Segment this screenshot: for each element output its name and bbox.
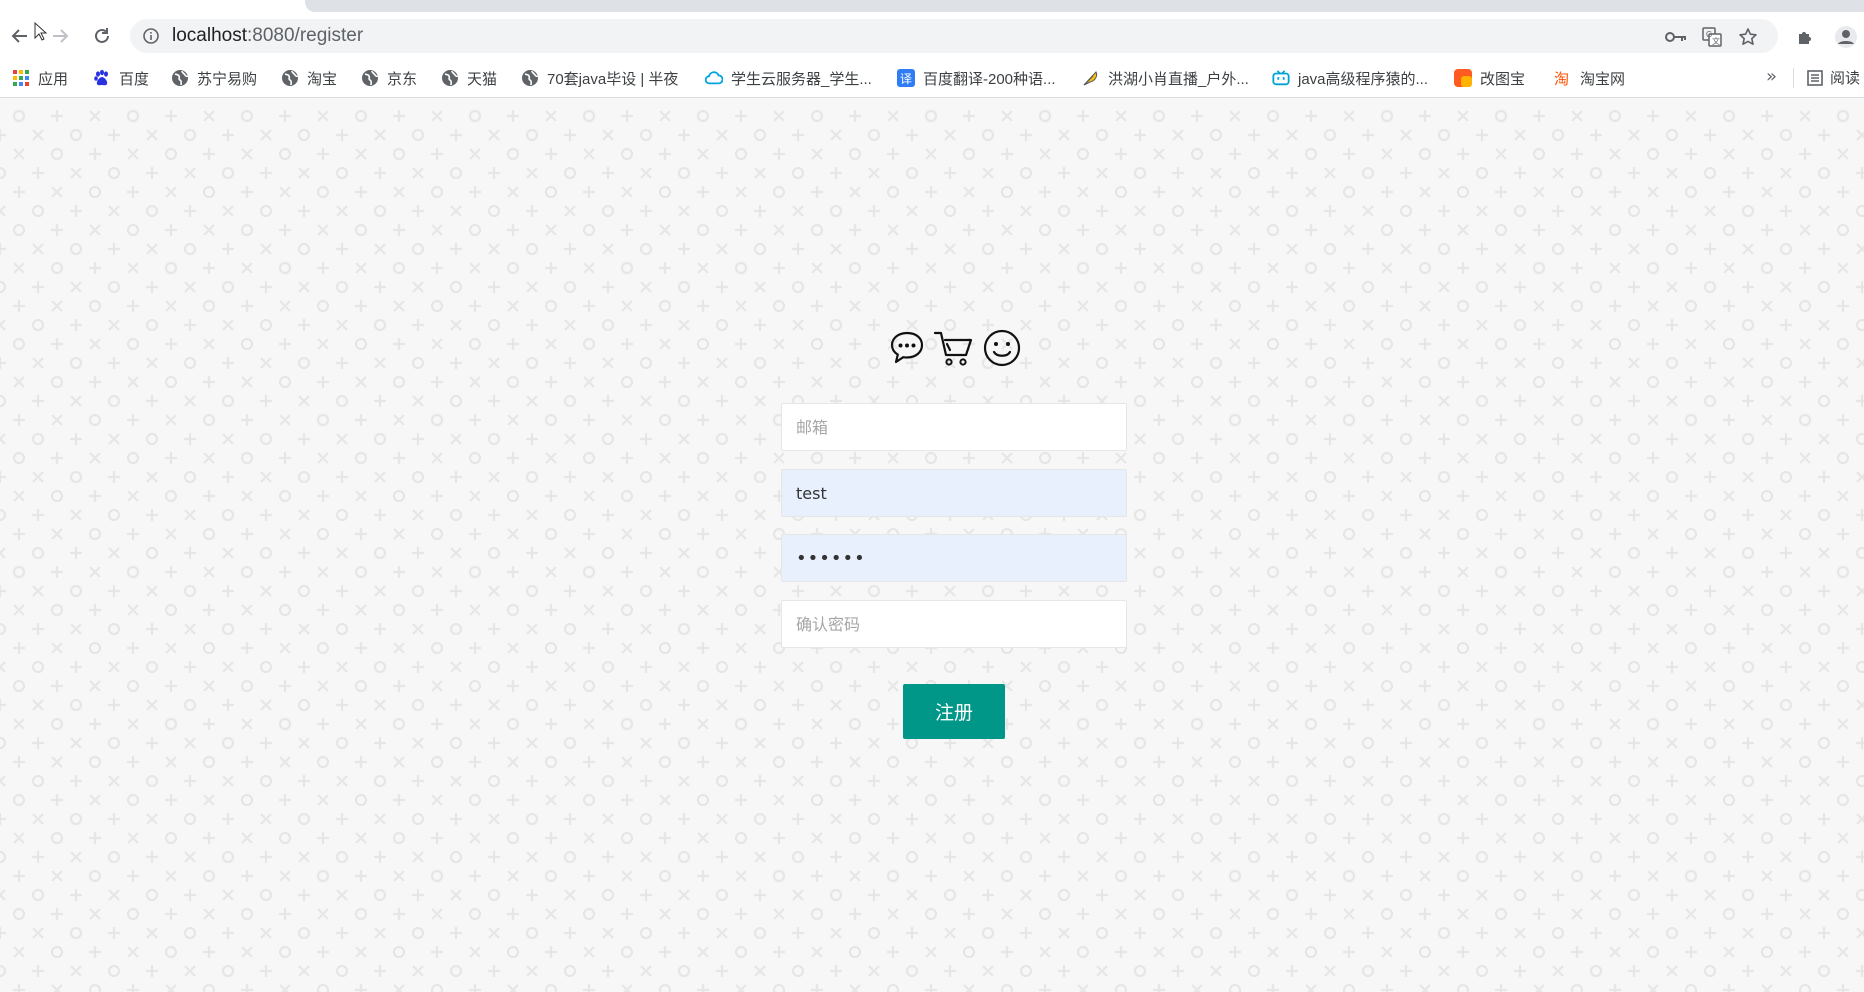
profile-avatar-icon[interactable]	[1834, 25, 1858, 49]
tab-strip-bar	[305, 0, 1864, 12]
bookmark-item[interactable]: 译百度翻译-200种语...	[897, 67, 1056, 89]
bookmark-item[interactable]: 百度	[93, 67, 149, 89]
bookmark-item[interactable]: 淘宝	[281, 67, 337, 89]
bookmarks-more-button[interactable]: »	[1766, 66, 1777, 87]
taobao-icon: 淘	[1554, 69, 1572, 87]
smiley-face-icon	[983, 329, 1021, 367]
bookmark-star-icon[interactable]	[1736, 27, 1760, 47]
arrow-left-icon	[11, 29, 27, 43]
reading-list-label: 阅读	[1830, 70, 1861, 87]
feather-icon	[1082, 69, 1100, 87]
bookmark-item[interactable]: 京东	[361, 67, 417, 89]
svg-text:淘: 淘	[1554, 70, 1569, 87]
browser-toolbar: localhost:8080/register G文	[0, 14, 1864, 58]
globe-icon	[171, 69, 189, 87]
apps-grid-icon	[12, 69, 30, 87]
address-bar[interactable]: localhost:8080/register G文	[130, 19, 1778, 53]
translate-page-icon[interactable]: G文	[1700, 27, 1724, 47]
bookmark-label: 百度翻译-200种语...	[923, 70, 1056, 88]
globe-icon	[521, 69, 539, 87]
bookmark-item[interactable]: 天猫	[441, 67, 497, 89]
reading-list-icon	[1807, 69, 1823, 86]
extensions-puzzle-icon[interactable]	[1794, 25, 1818, 49]
bookmark-label: 淘宝	[307, 70, 338, 88]
bookmark-item[interactable]: 70套java毕设 | 半夜	[521, 67, 678, 89]
reload-button[interactable]	[88, 22, 116, 50]
gaitubao-icon	[1454, 69, 1472, 87]
url-host: localhost	[172, 25, 247, 46]
cloud-icon	[705, 69, 723, 87]
baidu-paw-icon	[93, 69, 111, 87]
logo-icons	[888, 326, 1022, 370]
globe-icon	[441, 69, 459, 87]
register-button[interactable]: 注册	[903, 684, 1005, 739]
email-input[interactable]	[781, 403, 1127, 451]
bookmark-label: 洪湖小肖直播_户外...	[1108, 70, 1249, 88]
password-input[interactable]	[781, 534, 1127, 582]
bookmark-label: 天猫	[467, 70, 498, 88]
bookmark-label: 改图宝	[1480, 70, 1526, 88]
svg-text:文: 文	[1712, 36, 1720, 46]
shopping-cart-icon	[933, 331, 973, 366]
bookmark-item[interactable]: 学生云服务器_学生...	[705, 67, 872, 89]
svg-text:译: 译	[900, 72, 912, 86]
bookmark-item[interactable]: 洪湖小肖直播_户外...	[1082, 67, 1249, 89]
info-icon[interactable]	[142, 27, 160, 49]
bookmark-label: 应用	[38, 70, 69, 88]
bookmark-label: 京东	[387, 70, 418, 88]
bookmark-item[interactable]: 应用	[12, 67, 68, 89]
bookmark-item[interactable]: 淘淘宝网	[1554, 67, 1625, 89]
bookmarks-separator	[1793, 68, 1794, 88]
globe-icon	[361, 69, 379, 87]
chat-bubble-icon	[890, 331, 924, 364]
translate-icon: 译	[897, 69, 915, 87]
tab-strip	[0, 0, 1864, 14]
back-button[interactable]	[6, 22, 34, 50]
bilibili-icon	[1272, 69, 1290, 87]
bookmarks-bar: » 阅读 应用 百度 苏宁易购 淘宝 京东 天猫 70套java毕设 | 半夜 学生云服务器_…	[0, 58, 1864, 98]
bookmark-label: 淘宝网	[1580, 70, 1626, 88]
bookmark-item[interactable]: java高级程序猿的...	[1272, 67, 1428, 89]
url-path: :8080/register	[247, 25, 364, 46]
bookmark-label: java高级程序猿的...	[1298, 70, 1429, 88]
bookmark-label: 70套java毕设 | 半夜	[547, 70, 679, 88]
forward-button[interactable]	[46, 22, 74, 50]
mouse-cursor-icon	[34, 22, 48, 41]
globe-icon	[281, 69, 299, 87]
arrow-right-icon	[53, 29, 69, 43]
confirm-password-input[interactable]	[781, 600, 1127, 648]
bookmark-item[interactable]: 改图宝	[1454, 67, 1525, 89]
bookmark-label: 百度	[119, 70, 150, 88]
username-input[interactable]	[781, 469, 1127, 517]
bookmark-label: 学生云服务器_学生...	[731, 70, 872, 88]
bookmark-label: 苏宁易购	[197, 70, 258, 88]
key-icon[interactable]	[1664, 27, 1688, 47]
url-text[interactable]: localhost:8080/register	[172, 25, 363, 47]
bookmark-item[interactable]: 苏宁易购	[171, 67, 257, 89]
register-page: 注册	[0, 98, 1864, 992]
reading-list-button[interactable]: 阅读	[1806, 67, 1860, 88]
reload-icon	[95, 28, 109, 43]
